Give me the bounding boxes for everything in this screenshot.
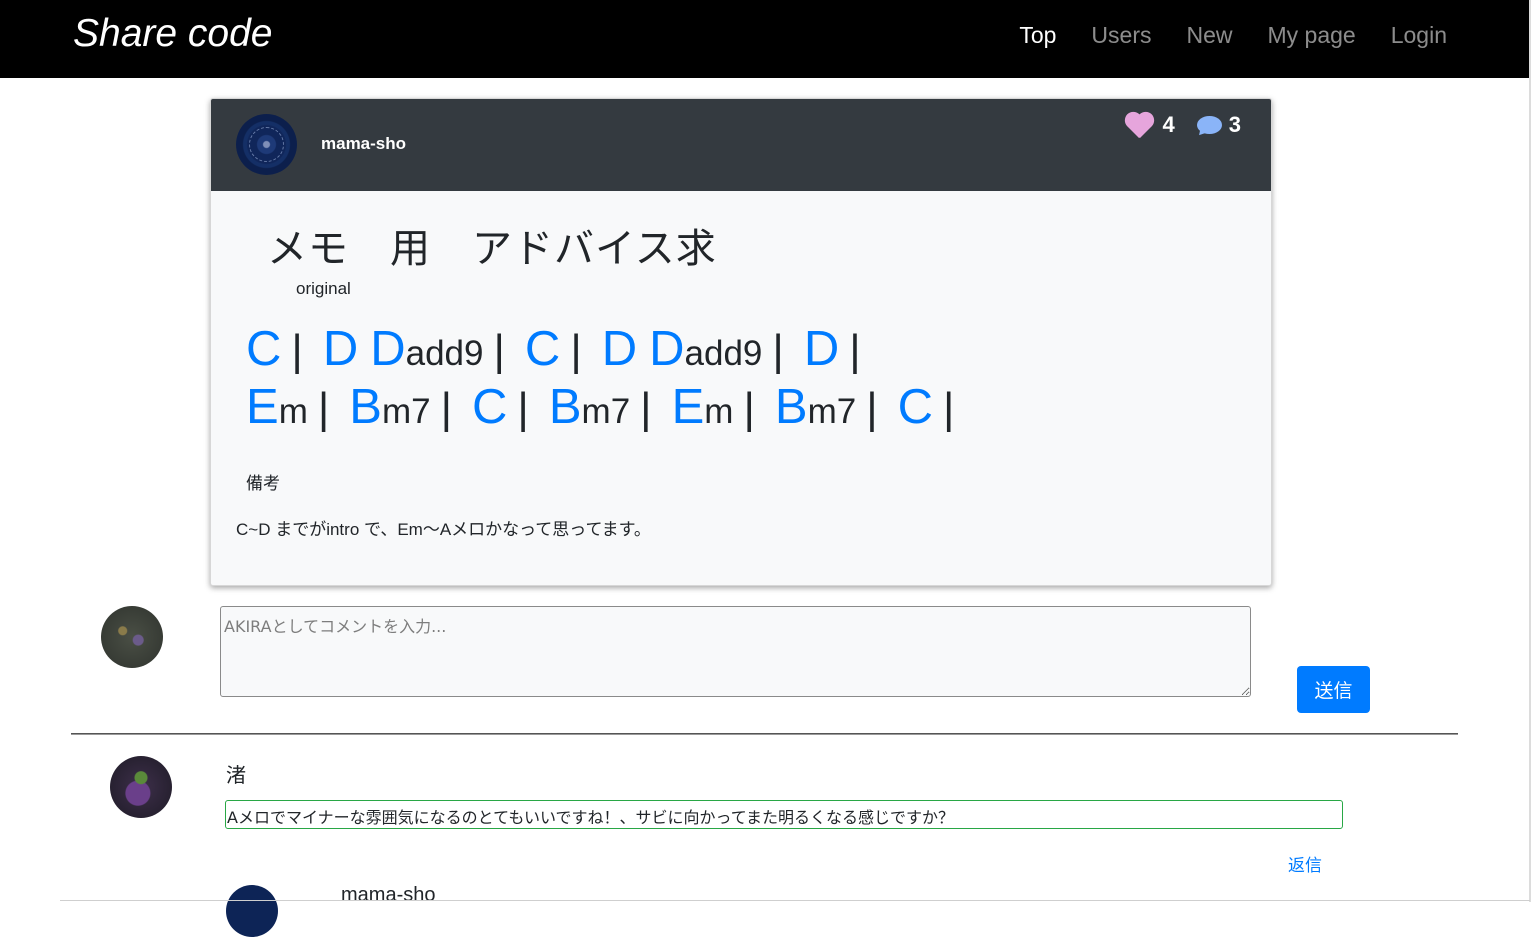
chord-root: D [322,322,359,376]
chord-root: B [349,380,382,434]
chord-quality: add9 [405,334,484,373]
comment-body: Aメロでマイナーな雰囲気になるのとてもいいですね！、サビに向かってまた明るくなる… [225,800,1343,829]
chord-root: D [803,322,840,376]
chord-root: D [370,322,406,376]
nav-item-new[interactable]: New [1186,22,1232,49]
chord-root: C [246,322,282,376]
bar-line: | [317,384,330,433]
brand-logo[interactable]: Share code [73,12,272,56]
bar-line: | [440,384,453,433]
post-title: メモ 用 アドバイス求 [267,226,717,272]
bar-line: | [943,384,955,433]
chord-root: C [897,380,934,434]
nav-item-my-page[interactable]: My page [1268,22,1356,49]
commenter-name[interactable]: 渚 [226,759,246,788]
divider [71,733,1458,735]
chord-root: D [649,322,685,376]
bar-line: | [743,384,755,433]
bar-line: | [517,384,529,433]
chord-root: B [774,380,808,434]
post-card-header: mama-sho 4 3 [211,99,1271,191]
nav-item-users[interactable]: Users [1091,22,1151,49]
reply-link[interactable]: 返信 [1288,851,1322,876]
chord-root: E [671,380,705,434]
comment-icon [1196,114,1222,140]
chord-quality: m [278,392,308,431]
memo-label: 備考 [246,474,280,493]
commenter-avatar[interactable] [110,756,172,818]
divider [60,900,1530,901]
chord-root: B [548,380,582,434]
chord-quality: m7 [807,392,857,431]
chord-quality: m7 [381,392,431,431]
chord-line: E m | B m7 | C | B m7 | E m | B m7 | C | [246,379,974,435]
chord-line: C | D D add9 | C | D D add9 | D | [246,321,881,377]
nav-menu: Top Users New My page Login [1019,22,1447,49]
author-name[interactable]: mama-sho [321,134,406,154]
navbar: Share code Top Users New My page Login [0,0,1529,78]
bar-line: | [866,384,878,433]
send-button[interactable]: 送信 [1297,666,1370,713]
post-card: mama-sho 4 3 メモ 用 アドバイス求 original C | D … [210,98,1272,586]
bar-line: | [849,326,861,375]
bar-line: | [291,326,303,375]
comment-input[interactable] [220,606,1251,697]
chord-root: D [601,322,638,376]
chord-root: C [472,380,508,434]
like-count: 4 [1162,112,1175,137]
bar-line: | [640,384,652,433]
author-avatar[interactable] [236,114,297,175]
chord-quality: m7 [581,392,631,431]
heart-icon[interactable] [1123,111,1155,139]
memo-text: C~D までがintro で、Em〜Aメロかなって思ってます。 [236,520,651,539]
post-stats: 4 3 [1123,111,1241,140]
post-genre: original [296,279,351,298]
current-user-avatar[interactable] [101,606,163,668]
chord-root: C [524,322,561,376]
reply-author-name[interactable]: mama-sho [341,884,435,907]
comment-count: 3 [1228,112,1241,137]
bar-line: | [772,326,784,375]
bar-line: | [570,326,582,375]
chord-quality: add9 [684,334,763,373]
reply-author-avatar[interactable] [226,885,278,937]
chord-root: E [246,380,279,434]
chord-quality: m [704,392,734,431]
bar-line: | [493,326,505,375]
nav-item-top[interactable]: Top [1019,22,1056,49]
nav-item-login[interactable]: Login [1391,22,1447,49]
